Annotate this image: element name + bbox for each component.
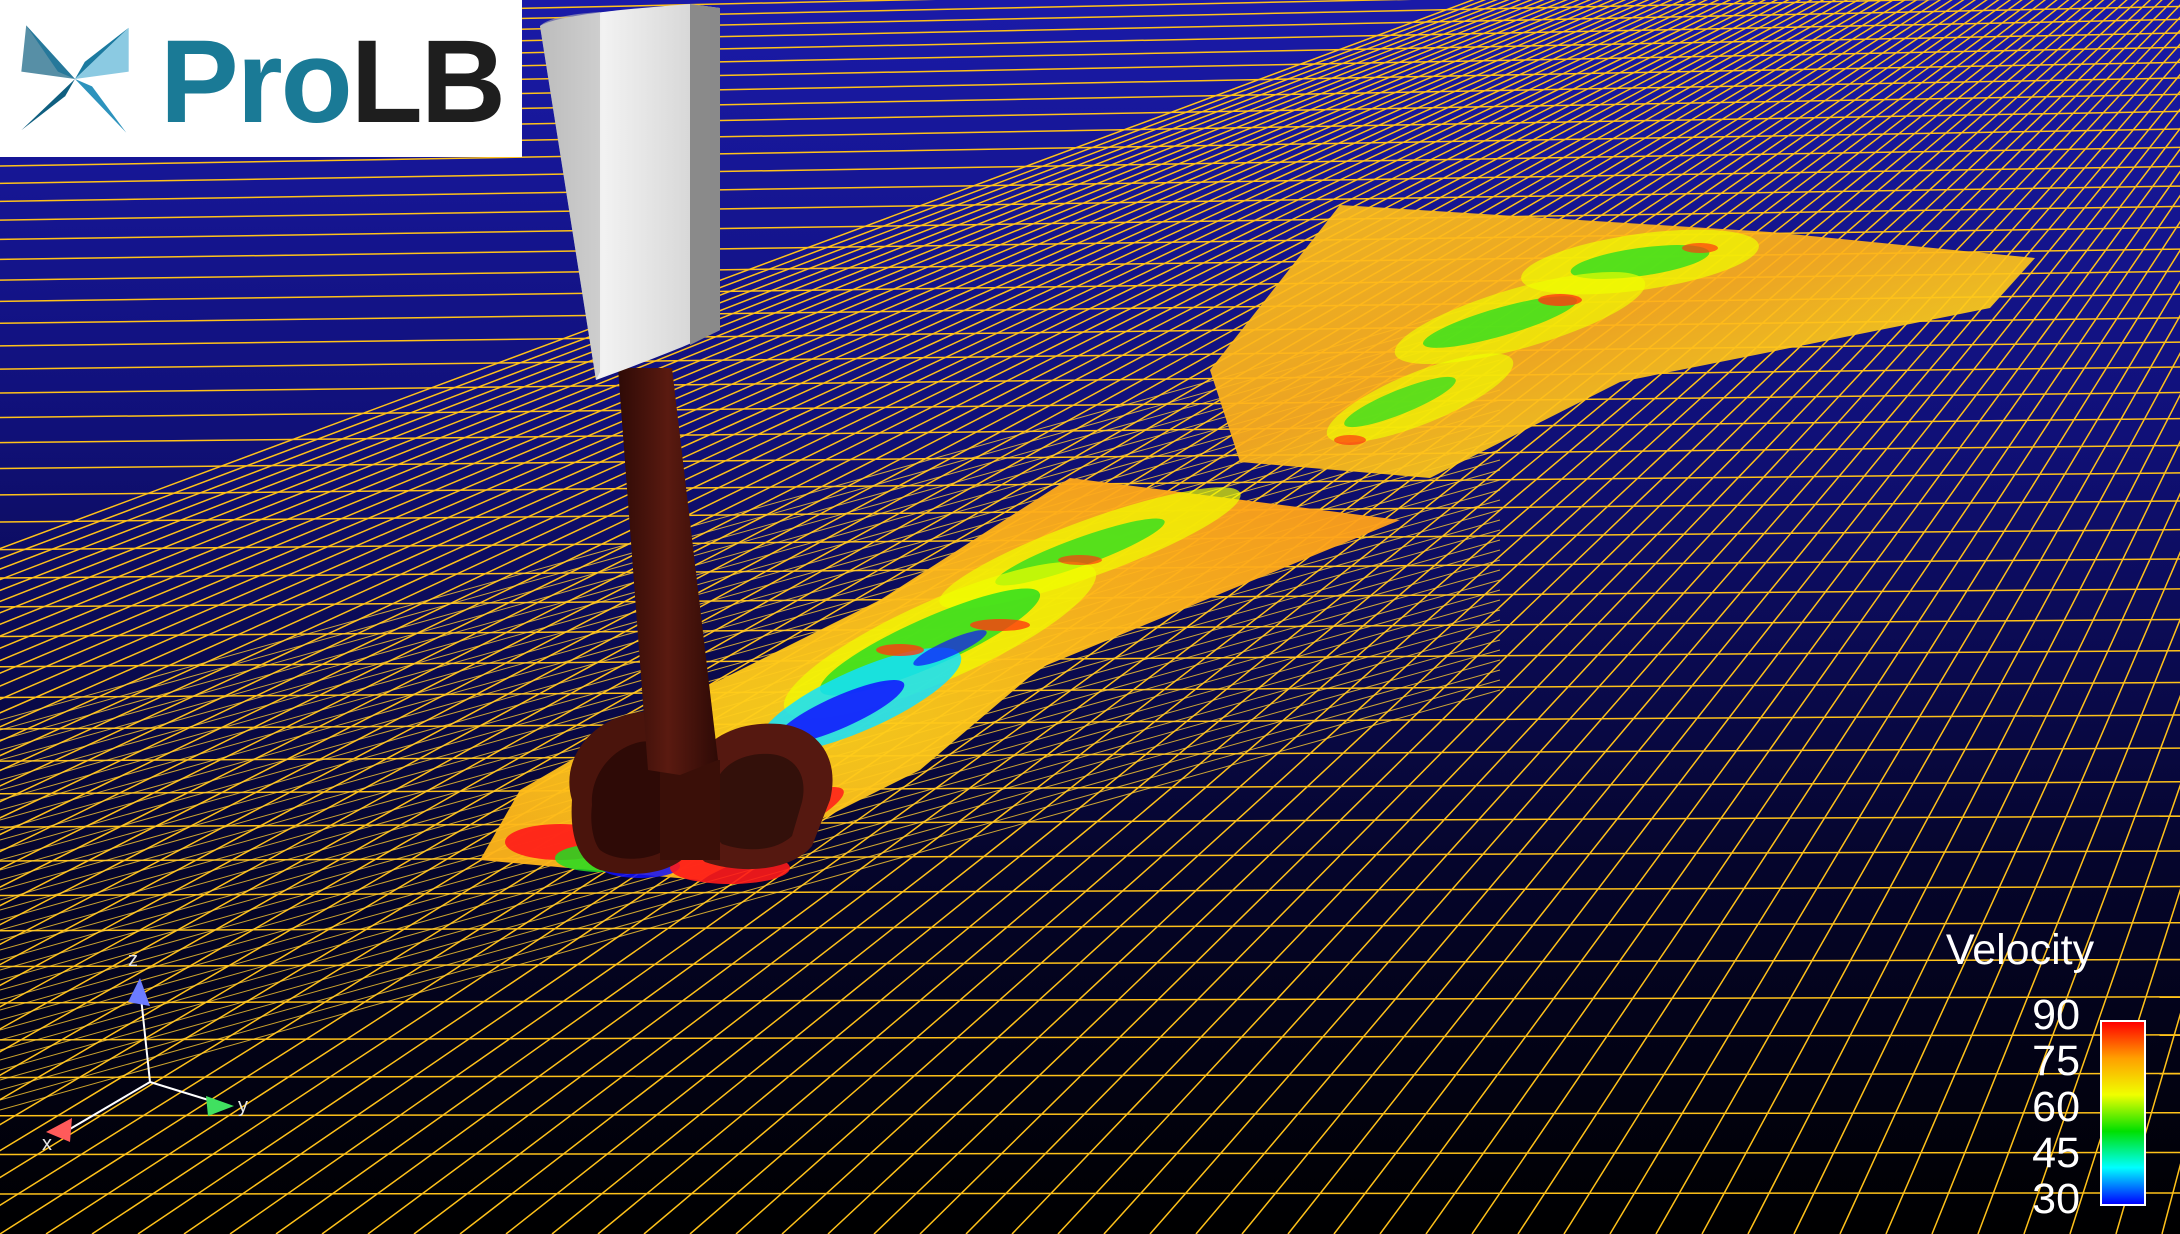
brand-lb-text: LB xyxy=(350,16,506,148)
z-axis-label: z xyxy=(128,949,138,971)
legend-tick-75: 75 xyxy=(2032,1037,2080,1085)
x-axis-label: x xyxy=(42,1133,52,1155)
mesh-line xyxy=(0,1192,2180,1195)
legend-tick-45: 45 xyxy=(2032,1129,2080,1177)
brand-logo: ProLB xyxy=(0,0,522,157)
brand-wordmark: ProLB xyxy=(160,22,506,142)
pinwheel-logo-icon xyxy=(21,25,129,133)
legend-tick-labels: 90 75 60 45 30 xyxy=(1980,991,2080,1221)
brand-pro-text: Pro xyxy=(160,16,353,148)
legend-color-bar xyxy=(2100,1020,2146,1206)
legend-tick-60: 60 xyxy=(2032,1083,2080,1131)
legend-tick-90: 90 xyxy=(2032,991,2080,1039)
cfd-velocity-scene: z x y xyxy=(0,0,2180,1234)
y-axis-label: y xyxy=(238,1095,248,1117)
legend-title: Velocity xyxy=(1945,926,2095,974)
legend-tick-30: 30 xyxy=(2032,1175,2080,1223)
